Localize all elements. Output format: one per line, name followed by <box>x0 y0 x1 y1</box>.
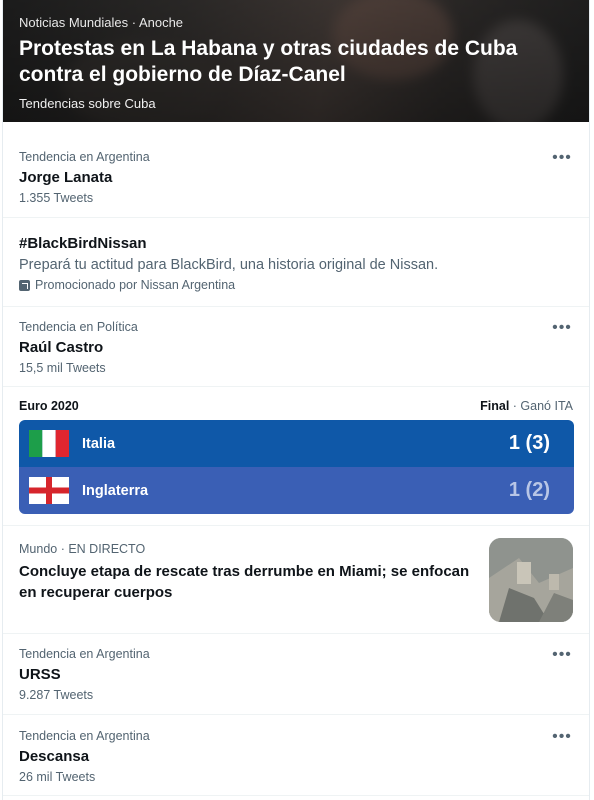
match-status-final: Final <box>480 399 510 413</box>
team-score: 1 (2) <box>508 479 550 501</box>
hero-meta: Noticias Mundiales · Anoche <box>19 15 184 30</box>
trend-name: URSS <box>19 666 61 683</box>
more-options-icon[interactable]: ••• <box>551 320 573 338</box>
trend-context: Tendencia en Política <box>19 320 138 334</box>
trend-name: Descansa <box>19 748 90 765</box>
england-flag-icon <box>29 477 69 504</box>
trend-count: 26 mil Tweets <box>19 770 96 784</box>
more-options-icon[interactable]: ••• <box>551 647 573 665</box>
trend-context: Tendencia en Argentina <box>19 647 150 661</box>
sports-score-card[interactable]: Euro 2020 Final · Ganó ITA Italia 1 (3) … <box>3 387 589 526</box>
news-title: Concluye etapa de rescate tras derrumbe … <box>19 563 470 601</box>
news-thumbnail <box>489 538 573 622</box>
hero-title: Protestas en La Habana y otras ciudades … <box>19 37 518 86</box>
trend-count: 1.355 Tweets <box>19 191 94 205</box>
team-name: Italia <box>82 435 116 452</box>
promoted-by-line: Promocionado por Nissan Argentina <box>19 278 235 292</box>
team-name: Inglaterra <box>82 482 149 499</box>
scoreboard: Italia 1 (3) Inglaterra 1 (2) <box>19 420 574 514</box>
trend-item[interactable]: Tendencia en Argentina Descansa 26 mil T… <box>3 715 589 796</box>
trend-count: 9.287 Tweets <box>19 688 94 702</box>
collapsed-building-image <box>489 538 573 622</box>
news-item[interactable]: Mundo · EN DIRECTO Concluye etapa de res… <box>3 526 589 634</box>
more-options-icon[interactable]: ••• <box>551 729 573 747</box>
news-context: Mundo · EN DIRECTO <box>19 542 146 556</box>
promoted-trend-item[interactable]: #BlackBirdNissan Prepará tu actitud para… <box>3 218 589 307</box>
team-score: 1 (3) <box>508 432 550 454</box>
team-row-inglaterra: Inglaterra 1 (2) <box>19 467 574 514</box>
trend-count: 15,5 mil Tweets <box>19 361 106 375</box>
promoted-icon <box>19 279 30 291</box>
trend-item[interactable]: Tendencia en Política Raúl Castro 15,5 m… <box>3 307 589 387</box>
more-options-icon[interactable]: ••• <box>551 150 573 168</box>
promoted-by-text: Promocionado por Nissan Argentina <box>35 278 236 292</box>
competition-name: Euro 2020 <box>19 399 79 413</box>
italy-flag-icon <box>29 430 69 457</box>
trend-item[interactable]: Tendencia en Argentina URSS 9.287 Tweets… <box>3 634 589 715</box>
trend-item[interactable]: Tendencia en Argentina Jorge Lanata 1.35… <box>3 138 589 218</box>
hero-subtitle: Tendencias sobre Cuba <box>19 96 156 111</box>
match-status-result: · Ganó ITA <box>509 399 573 413</box>
trend-context: Tendencia en Argentina <box>19 729 150 743</box>
team-row-italia: Italia 1 (3) <box>19 420 574 467</box>
hero-news-card[interactable]: Noticias Mundiales · Anoche Protestas en… <box>3 0 589 122</box>
match-status: Final · Ganó ITA <box>480 399 573 413</box>
trend-name: Raúl Castro <box>19 339 104 356</box>
trend-name: Jorge Lanata <box>19 169 113 186</box>
trend-context: Tendencia en Argentina <box>19 150 150 164</box>
promoted-description: Prepará tu actitud para BlackBird, una h… <box>19 257 439 273</box>
promoted-trend-name: #BlackBirdNissan <box>19 235 147 252</box>
explore-trends-panel: Noticias Mundiales · Anoche Protestas en… <box>2 0 590 800</box>
